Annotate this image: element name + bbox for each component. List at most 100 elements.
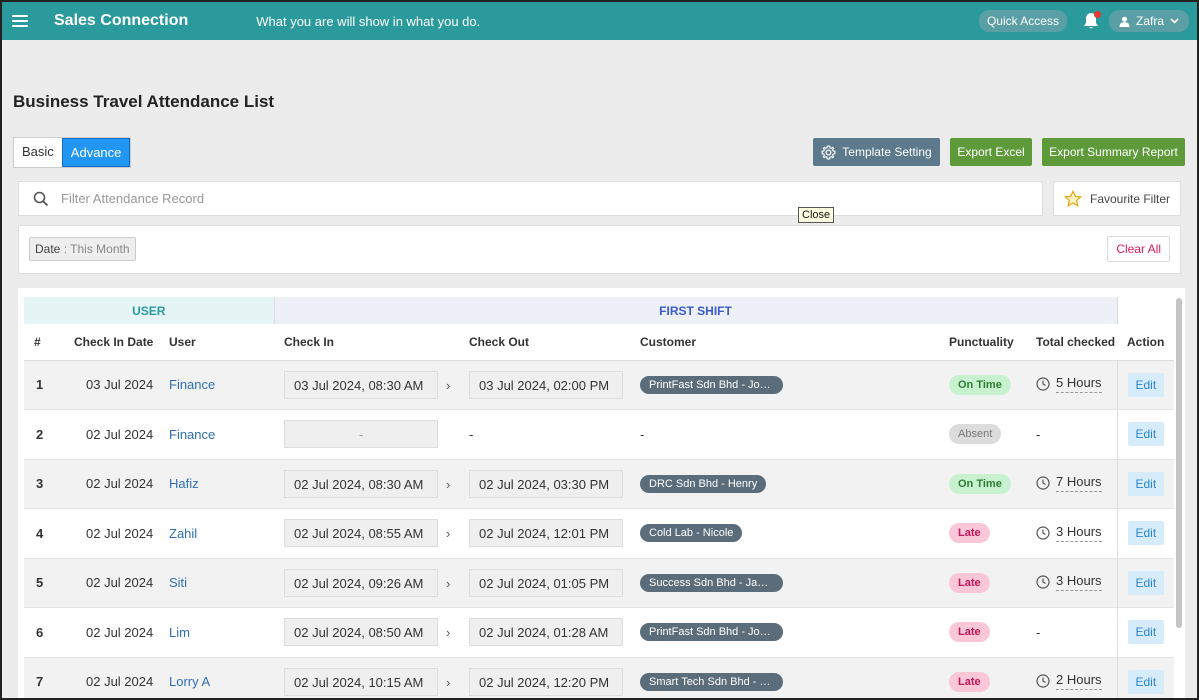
clock-icon: [1036, 526, 1050, 540]
export-summary-report-button[interactable]: Export Summary Report: [1042, 138, 1185, 166]
customer-tag[interactable]: Smart Tech Sdn Bhd - J...: [640, 672, 783, 691]
chevron-right-icon: ›: [446, 625, 451, 641]
check-out-time: 02 Jul 2024, 03:30 PM: [469, 469, 623, 498]
tab-advance[interactable]: Advance: [61, 138, 131, 167]
export-excel-button[interactable]: Export Excel: [950, 138, 1032, 166]
vertical-scrollbar[interactable]: [1176, 298, 1182, 628]
user-icon: [1119, 16, 1130, 27]
edit-button[interactable]: Edit: [1127, 422, 1165, 447]
col-header-check-out[interactable]: Check Out: [459, 324, 630, 361]
bell-icon[interactable]: [1083, 11, 1101, 30]
col-header-punctuality[interactable]: Punctuality: [939, 324, 1026, 361]
user-link[interactable]: Hafiz: [169, 476, 199, 491]
col-header-customer[interactable]: Customer: [630, 324, 939, 361]
favourite-filter-label: Favourite Filter: [1089, 191, 1171, 206]
total-hours[interactable]: 5 Hours: [1056, 375, 1102, 394]
edit-button[interactable]: Edit: [1127, 669, 1165, 694]
user-link[interactable]: Zahil: [169, 526, 197, 541]
check-out-time: 03 Jul 2024, 02:00 PM: [469, 370, 623, 399]
customer-tag[interactable]: PrintFast Sdn Bhd - Joh...: [640, 623, 783, 642]
total-hours[interactable]: 3 Hours: [1056, 524, 1102, 542]
punctuality-badge: Late: [949, 622, 990, 643]
filter-chip-date[interactable]: Date : This Month: [29, 237, 136, 261]
check-in-time: 02 Jul 2024, 08:50 AM: [284, 618, 438, 647]
customer-tag[interactable]: PrintFast Sdn Bhd - Joh...: [640, 375, 783, 394]
edit-button[interactable]: Edit: [1127, 372, 1165, 397]
tooltip: Close: [798, 207, 835, 223]
row-number: 2: [36, 426, 44, 442]
chevron-down-icon: [1170, 18, 1179, 24]
menu-icon[interactable]: [12, 15, 28, 27]
gear-icon: [821, 145, 836, 159]
row-number: 6: [36, 624, 44, 640]
user-link[interactable]: Lim: [169, 625, 190, 640]
table-row: 1 03 Jul 2024 Finance 03 Jul 2024, 08:30 AM…: [24, 360, 1174, 410]
check-in-date: 03 Jul 2024: [86, 377, 154, 393]
attendance-table: USER FIRST SHIFT # Check In Date User Ch…: [24, 297, 1174, 698]
customer-tag[interactable]: Success Sdn Bhd - Jam...: [640, 573, 783, 592]
customer-tag[interactable]: Cold Lab - Nicole: [640, 524, 743, 543]
chevron-right-icon: ›: [446, 377, 451, 393]
chevron-right-icon: ›: [446, 575, 451, 591]
filter-search-input[interactable]: [61, 191, 861, 206]
chevron-right-icon: ›: [446, 526, 451, 542]
tab-basic[interactable]: Basic: [14, 138, 62, 167]
filter-chip-value: This Month: [70, 242, 130, 256]
edit-button[interactable]: Edit: [1127, 620, 1165, 645]
check-out-time: 02 Jul 2024, 01:28 AM: [469, 618, 623, 647]
edit-button[interactable]: Edit: [1127, 570, 1165, 595]
check-in-date: 02 Jul 2024: [86, 525, 154, 541]
check-out-time: -: [469, 426, 474, 442]
user-link[interactable]: Finance: [169, 377, 215, 392]
template-setting-button[interactable]: Template Setting: [813, 138, 940, 166]
col-header-user[interactable]: User: [159, 324, 274, 361]
brand-name[interactable]: Sales Connection: [54, 12, 188, 30]
check-in-time: 02 Jul 2024, 10:15 AM: [284, 667, 438, 696]
check-in-date: 02 Jul 2024: [86, 426, 154, 442]
user-menu[interactable]: Zafra: [1108, 10, 1189, 32]
group-header-first-shift: FIRST SHIFT: [273, 297, 1117, 324]
clock-icon: [1036, 377, 1050, 391]
col-header-check-in[interactable]: Check In: [274, 324, 459, 361]
col-header-total-checked[interactable]: Total checked: [1026, 324, 1117, 361]
check-in-date: 02 Jul 2024: [86, 674, 154, 690]
user-name: Zafra: [1135, 14, 1164, 28]
clock-icon: [1036, 476, 1050, 490]
filter-search-box: [18, 181, 1043, 216]
star-icon: [1063, 189, 1082, 207]
check-out-time: 02 Jul 2024, 12:01 PM: [469, 519, 623, 548]
chevron-right-icon: ›: [446, 476, 451, 492]
customer-tag[interactable]: DRC Sdn Bhd - Henry: [640, 474, 767, 493]
total-hours: -: [1036, 624, 1041, 640]
user-link[interactable]: Finance: [169, 427, 215, 442]
clear-all-button[interactable]: Clear All: [1107, 236, 1170, 262]
edit-button[interactable]: Edit: [1127, 471, 1165, 496]
check-out-time: 02 Jul 2024, 12:20 PM: [469, 667, 623, 696]
template-setting-label: Template Setting: [842, 145, 932, 159]
punctuality-badge: Late: [949, 671, 990, 692]
row-number: 3: [36, 476, 44, 492]
table-row: 5 02 Jul 2024 Siti 02 Jul 2024, 09:26 AM › 02…: [24, 558, 1174, 608]
clock-icon: [1036, 674, 1050, 688]
user-link[interactable]: Lorry A: [169, 674, 210, 689]
total-hours[interactable]: 7 Hours: [1056, 474, 1102, 493]
punctuality-badge: Late: [949, 523, 990, 544]
filter-chip-label: Date: [35, 242, 61, 256]
edit-button[interactable]: Edit: [1127, 521, 1165, 546]
user-link[interactable]: Siti: [169, 575, 187, 590]
total-hours[interactable]: 3 Hours: [1056, 573, 1102, 592]
total-hours[interactable]: 2 Hours: [1056, 672, 1102, 691]
col-header-action: Action: [1117, 324, 1174, 361]
favourite-filter-button[interactable]: Favourite Filter: [1053, 181, 1181, 216]
customer-tag: -: [640, 426, 645, 442]
tagline: What you are will show in what you do.: [256, 13, 481, 29]
check-in-date: 02 Jul 2024: [86, 624, 154, 640]
punctuality-badge: On Time: [949, 374, 1011, 395]
chevron-right-icon: ›: [446, 674, 451, 690]
search-icon: [33, 191, 49, 206]
quick-access-button[interactable]: Quick Access: [978, 10, 1067, 32]
row-number: 4: [36, 525, 44, 541]
mode-toggle: Basic Advance: [13, 137, 132, 168]
col-header-check-in-date[interactable]: Check In Date: [64, 324, 159, 361]
clock-icon: [1036, 575, 1050, 589]
